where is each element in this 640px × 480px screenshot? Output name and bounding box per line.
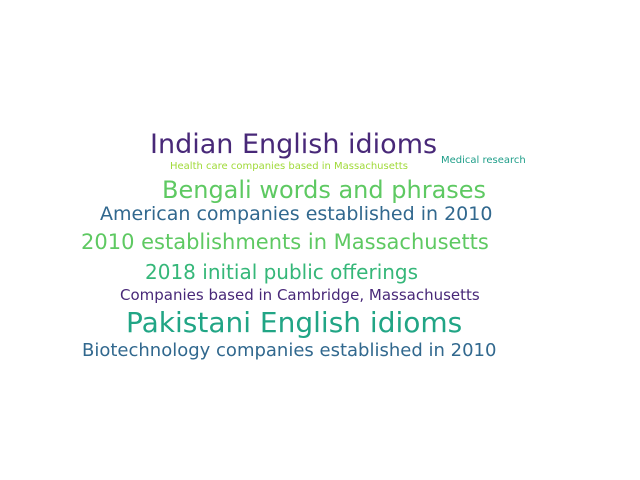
word-indian-english-idioms: Indian English idioms: [150, 129, 438, 160]
word-biotechnology-companies-2010: Biotechnology companies established in 2…: [82, 340, 497, 361]
word-pakistani-english-idioms: Pakistani English idioms: [126, 306, 463, 339]
word-bengali-words-and-phrases: Bengali words and phrases: [162, 176, 487, 204]
word-health-care-companies-massachusetts: Health care companies based in Massachus…: [170, 161, 408, 172]
word-companies-cambridge-massachusetts: Companies based in Cambridge, Massachuse…: [120, 286, 480, 304]
word-2010-establishments-massachusetts: 2010 establishments in Massachusetts: [81, 230, 489, 254]
word-american-companies-2010: American companies established in 2010: [100, 203, 493, 225]
word-cloud: Indian English idioms Health care compan…: [0, 0, 640, 480]
word-medical-research: Medical research: [441, 155, 526, 166]
word-2018-initial-public-offerings: 2018 initial public offerings: [145, 260, 419, 284]
